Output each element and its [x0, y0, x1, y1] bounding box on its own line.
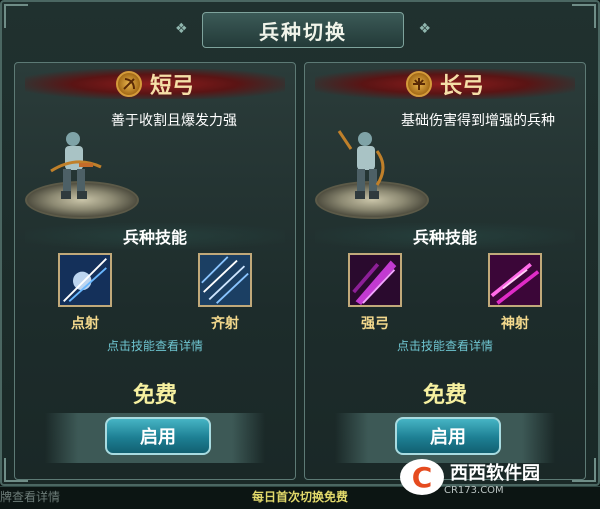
- site-watermark: C 西西软件园 CR173.COM: [400, 458, 590, 496]
- truncated-hint-text: 牌查看详情: [0, 490, 61, 504]
- unit-type-banner: 短弓: [25, 69, 285, 99]
- dialog-title: 兵种切换: [259, 19, 347, 44]
- button-backdrop: 启用: [335, 413, 555, 463]
- unit-type-name: 长弓: [439, 74, 484, 99]
- archer-character-image: [50, 132, 102, 199]
- divine-shot-skill-icon: [488, 253, 542, 307]
- unit-panel-long-bow: 长弓 基础伤害得到增强的兵种 兵种技能 强弓 神射 点击技能查看详情 免费 启用: [304, 62, 586, 480]
- volley-skill-icon: [198, 253, 252, 307]
- title-ornament-right: ❖: [418, 21, 431, 37]
- corner-ornament: [4, 4, 28, 28]
- unit-panel-short-bow: 短弓 善于收割且爆发力强 兵种技能 点射 齐射 点击技能查看详情 免费 启用: [14, 62, 296, 480]
- unit-description: 基础伤害得到增强的兵种: [401, 113, 555, 129]
- skill-label: 点射: [71, 316, 99, 332]
- title-ornament-left: ❖: [175, 21, 188, 37]
- switch-cost: 免费: [132, 383, 177, 408]
- daily-free-switch-note: 每日首次切换免费: [251, 490, 348, 504]
- enable-button[interactable]: 启用: [395, 417, 501, 455]
- unit-type-name: 短弓: [149, 74, 194, 99]
- archer-character-image: [337, 130, 385, 199]
- strong-bow-skill-icon: [348, 253, 402, 307]
- crossbow-class-icon: [405, 71, 432, 97]
- skill-divine-shot[interactable]: 神射: [487, 253, 543, 333]
- skill-detail-hint: 点击技能查看详情: [396, 339, 493, 353]
- skills-heading: 兵种技能: [25, 223, 285, 249]
- unit-description: 善于收割且爆发力强: [111, 113, 237, 129]
- watermark-domain: CR173.COM: [444, 484, 504, 496]
- switch-cost: 免费: [422, 383, 467, 408]
- unit-type-banner: 长弓: [315, 69, 575, 99]
- skill-label: 齐射: [211, 316, 239, 332]
- watermark-name: 西西软件园: [450, 462, 540, 484]
- skill-point-shot[interactable]: 点射: [57, 253, 113, 333]
- skill-label: 强弓: [361, 316, 389, 332]
- skill-strong-bow[interactable]: 强弓: [347, 253, 403, 333]
- skill-volley[interactable]: 齐射: [197, 253, 253, 333]
- skill-label: 神射: [501, 316, 529, 332]
- button-backdrop: 启用: [45, 413, 265, 463]
- enable-button[interactable]: 启用: [105, 417, 211, 455]
- skill-detail-hint: 点击技能查看详情: [106, 339, 203, 353]
- dialog-frame: ❖ 兵种切换 ❖ 短弓 善于收割且爆发力强 兵种技能 点射 齐射 点击技能查看详…: [0, 0, 600, 486]
- point-shot-skill-icon: [58, 253, 112, 307]
- bow-class-icon: [115, 71, 142, 97]
- skills-heading: 兵种技能: [315, 223, 575, 249]
- watermark-logo: C: [400, 459, 444, 495]
- corner-ornament: [572, 4, 596, 28]
- title-bar: ❖ 兵种切换 ❖: [175, 12, 431, 48]
